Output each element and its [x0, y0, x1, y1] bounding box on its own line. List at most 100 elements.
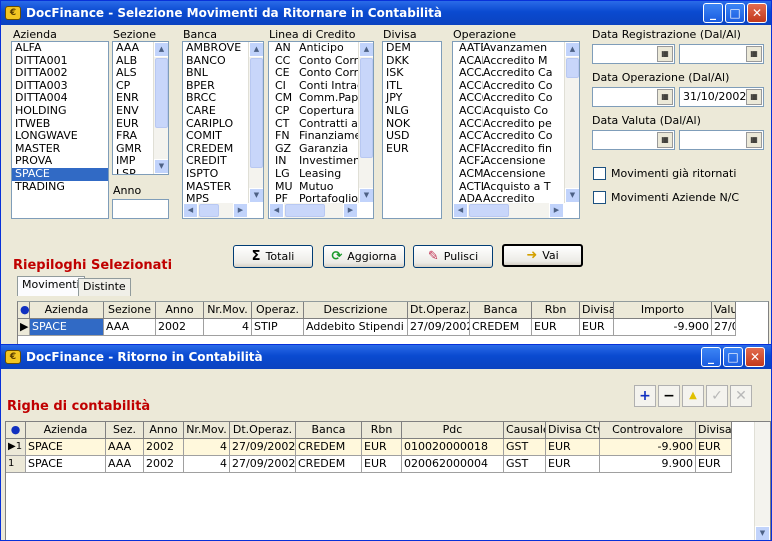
linea-hscroll[interactable]: ◀ ▶ [269, 203, 358, 218]
scroll-thumb[interactable] [566, 58, 579, 78]
scroll-down-icon[interactable]: ▼ [755, 526, 770, 540]
column-header[interactable]: Azienda [30, 302, 104, 319]
column-header[interactable]: Descrizione [304, 302, 408, 319]
scroll-thumb[interactable] [155, 58, 168, 128]
scroll-down-icon[interactable]: ▼ [249, 188, 263, 203]
tab-distinte[interactable]: Distinte [78, 278, 131, 296]
list-item[interactable]: ALFA [12, 42, 108, 55]
list-item[interactable]: ACCAAccredito Ca [453, 67, 579, 80]
anno-input[interactable] [112, 199, 169, 219]
indicator-icon[interactable]: ● [6, 422, 26, 439]
list-item[interactable]: ACCMAccredito Co [453, 80, 579, 93]
scroll-left-icon[interactable]: ◀ [269, 203, 284, 218]
list-item[interactable]: DEM [383, 42, 441, 55]
column-header[interactable]: Banca [296, 422, 362, 439]
list-item[interactable]: ITWEB [12, 118, 108, 131]
column-header[interactable]: Controvalore [600, 422, 696, 439]
totali-button[interactable]: Σ Totali [233, 245, 313, 268]
scroll-right-icon[interactable]: ▶ [233, 203, 248, 218]
aziende-nc-checkbox[interactable] [593, 191, 606, 204]
banca-list[interactable]: AMBROVE BANCO BNL BPER BRCC CARE CARIPLO COMIT C… [182, 41, 264, 219]
column-header[interactable]: Valu [712, 302, 736, 319]
list-item[interactable]: ACFNAccredito fin [453, 143, 579, 156]
column-header[interactable]: Rbn [532, 302, 580, 319]
aggiorna-button[interactable]: ⟳ Aggiorna [323, 245, 405, 268]
sezione-list[interactable]: AAA ALB ALS CP ENR ENV EUR FRA GMR IMP LSP ▲ ▼ [112, 41, 169, 175]
righe-grid[interactable]: ● Azienda Sez. Anno Nr.Mov. Dt.Operaz. Banca Rb… [5, 421, 771, 540]
data-val-dal[interactable]: ▦ [592, 130, 675, 150]
minimize-button[interactable]: _ [703, 3, 723, 23]
list-item[interactable]: ITL [383, 80, 441, 93]
list-item[interactable]: EUR [383, 143, 441, 156]
list-item[interactable]: SPACE [12, 167, 108, 181]
column-header[interactable]: Dt.Operaz. [230, 422, 296, 439]
list-item[interactable]: HOLDING [12, 105, 108, 118]
close-button[interactable]: ✕ [747, 3, 767, 23]
move-up-icon[interactable]: ▲ [682, 385, 704, 407]
add-row-icon[interactable]: + [634, 385, 656, 407]
list-item[interactable]: USD [383, 130, 441, 143]
banca-hscroll[interactable]: ◀ ▶ [183, 203, 248, 218]
data-op-al[interactable]: 31/10/2002 ▦ [679, 87, 764, 107]
column-header[interactable]: Anno [144, 422, 184, 439]
scroll-up-icon[interactable]: ▲ [249, 42, 263, 57]
azienda-list[interactable]: ALFA DITTA001 DITTA002 DITTA003 DITTA004 HOLD… [11, 41, 109, 219]
ritornati-checkbox[interactable] [593, 167, 606, 180]
list-item[interactable]: ACCOAccredito Co [453, 92, 579, 105]
list-item[interactable]: DITTA004 [12, 92, 108, 105]
vai-button[interactable]: ➜ Vai [502, 244, 583, 267]
scroll-right-icon[interactable]: ▶ [343, 203, 358, 218]
banca-vscroll[interactable]: ▲ ▼ [248, 42, 263, 203]
list-item[interactable]: PROVA [12, 155, 108, 168]
list-item[interactable]: ACCRAccredito pe [453, 118, 579, 131]
column-header[interactable]: Azienda [26, 422, 106, 439]
list-item[interactable]: DITTA002 [12, 67, 108, 80]
minimize-button[interactable]: _ [701, 347, 721, 367]
column-header[interactable]: Importo [614, 302, 712, 319]
scroll-down-icon[interactable]: ▼ [565, 188, 579, 203]
list-item[interactable]: JPY [383, 92, 441, 105]
sezione-scrollbar[interactable]: ▲ ▼ [153, 42, 168, 174]
calendar-icon[interactable]: ▦ [657, 132, 673, 148]
pulisci-button[interactable]: ✎ Pulisci [413, 245, 493, 268]
column-header[interactable]: Anno [156, 302, 204, 319]
scroll-down-icon[interactable]: ▼ [154, 159, 168, 174]
column-header[interactable]: Pdc [402, 422, 504, 439]
column-header[interactable]: Banca [470, 302, 532, 319]
scroll-left-icon[interactable]: ◀ [453, 203, 468, 218]
list-item[interactable]: ACAMAccredito M [453, 55, 579, 68]
list-item[interactable]: ACTEAcquisto a T [453, 181, 579, 194]
maximize-button[interactable]: □ [723, 347, 743, 367]
list-item[interactable]: DITTA003 [12, 80, 108, 93]
operazione-list[interactable]: AATEAvanzamenACAMAccredito MACCAAccredit… [452, 41, 580, 219]
scroll-thumb[interactable] [250, 58, 263, 168]
list-item[interactable]: LONGWAVE [12, 130, 108, 143]
righe-vscroll[interactable]: ▼ [754, 422, 770, 540]
operazione-vscroll[interactable]: ▲ ▼ [564, 42, 579, 203]
list-item[interactable]: NOK [383, 118, 441, 131]
calendar-icon[interactable]: ▦ [657, 46, 673, 62]
scroll-thumb[interactable] [285, 204, 325, 217]
scroll-right-icon[interactable]: ▶ [549, 203, 564, 218]
calendar-icon[interactable]: ▦ [657, 89, 673, 105]
delete-row-icon[interactable]: − [658, 385, 680, 407]
movimenti-grid[interactable]: ● Azienda Sezione Anno Nr.Mov. Operaz. Descriz… [17, 301, 769, 345]
table-row[interactable]: 1 SPACE AAA 2002 4 27/09/2002 CREDEM EUR 0200620… [6, 456, 770, 473]
column-header[interactable]: Causale [504, 422, 546, 439]
column-header[interactable]: Dt.Operaz. [408, 302, 470, 319]
list-item[interactable]: MASTER [12, 143, 108, 156]
cancel-icon[interactable]: ✕ [730, 385, 752, 407]
operazione-hscroll[interactable]: ◀ ▶ [453, 203, 564, 218]
close-button[interactable]: ✕ [745, 347, 765, 367]
table-row[interactable]: ▶1 SPACE AAA 2002 4 27/09/2002 CREDEM EUR 010020… [6, 439, 770, 456]
column-header[interactable]: Divisa [580, 302, 614, 319]
scroll-up-icon[interactable]: ▲ [359, 42, 373, 57]
table-row[interactable]: ▶ SPACE AAA 2002 4 STIP Addebito Stipendi 27/09… [18, 319, 768, 336]
tab-movimenti[interactable]: Movimenti [17, 276, 85, 296]
list-item[interactable]: DITTA001 [12, 55, 108, 68]
data-reg-al[interactable]: ▦ [679, 44, 764, 64]
data-reg-dal[interactable]: ▦ [592, 44, 675, 64]
list-item[interactable]: NLG [383, 105, 441, 118]
column-header[interactable]: Divisa Ctv [546, 422, 600, 439]
column-header[interactable]: Sez. [106, 422, 144, 439]
